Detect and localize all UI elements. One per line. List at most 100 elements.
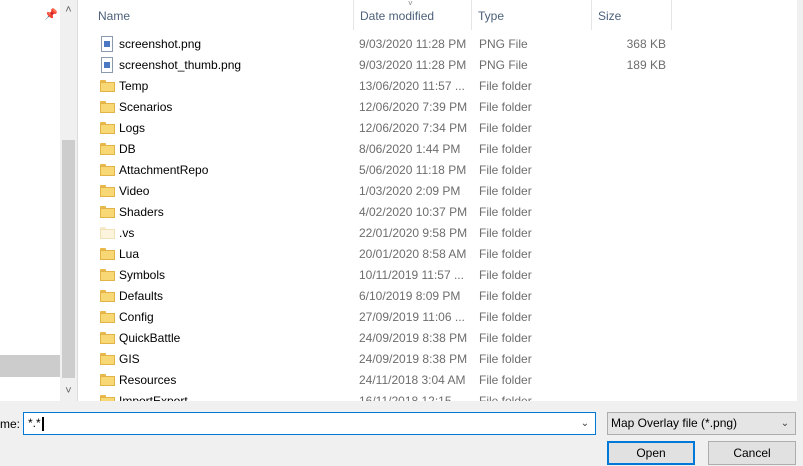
hidden-folder-icon <box>100 227 115 239</box>
file-date-modified: 16/11/2018 12:15 ... <box>359 394 465 401</box>
file-type: File folder <box>479 310 532 324</box>
folder-icon <box>100 122 115 134</box>
nav-selected-item[interactable] <box>0 355 60 377</box>
table-row[interactable]: Logs 12/06/2020 7:34 PM File folder <box>78 118 803 139</box>
file-name: Resources <box>119 373 177 387</box>
filename-label: me: <box>0 417 21 431</box>
file-size: 368 KB <box>626 37 666 51</box>
file-name: Logs <box>119 121 146 135</box>
file-type: File folder <box>479 289 532 303</box>
file-date-modified: 22/01/2020 9:58 PM <box>359 226 468 240</box>
file-type: File folder <box>479 121 532 135</box>
table-row[interactable]: Resources 24/11/2018 3:04 AM File folder <box>78 370 803 391</box>
file-type: File folder <box>479 205 532 219</box>
file-size <box>598 286 666 307</box>
column-header-name-label: Name <box>98 9 131 23</box>
file-name: Temp <box>119 79 149 93</box>
column-header-name[interactable]: Name <box>92 0 354 30</box>
folder-icon <box>100 164 115 176</box>
folder-icon <box>100 374 115 386</box>
table-row[interactable]: screenshot.png 9/03/2020 11:28 PM PNG File… <box>78 34 803 55</box>
file-type-select[interactable]: Map Overlay file (*.png) ⌄ <box>607 412 796 435</box>
file-list-scrollbar[interactable] <box>797 0 803 401</box>
text-cursor <box>41 416 44 431</box>
table-row[interactable]: Scenarios 12/06/2020 7:39 PM File folder <box>78 97 803 118</box>
folder-icon <box>100 185 115 197</box>
column-header-row: Name Date modified ˅ Type Size <box>78 0 803 33</box>
file-date-modified: 5/06/2020 11:18 PM <box>359 163 467 177</box>
folder-icon <box>100 143 115 155</box>
file-date-modified: 13/06/2020 11:57 ... <box>359 79 465 93</box>
file-name: Symbols <box>119 268 166 282</box>
column-header-type[interactable]: Type <box>472 0 592 30</box>
folder-icon <box>100 248 115 260</box>
file-type: PNG File <box>479 58 528 72</box>
chevron-up-icon[interactable]: ˄ <box>60 2 77 19</box>
file-date-modified: 8/06/2020 1:44 PM <box>359 142 461 156</box>
folder-body <box>100 124 115 134</box>
folder-body <box>100 355 115 365</box>
folder-icon <box>100 101 115 113</box>
file-type: File folder <box>479 100 532 114</box>
folder-body <box>100 187 115 197</box>
chevron-down-icon[interactable]: ˅ <box>60 383 77 400</box>
file-name: Shaders <box>119 205 164 219</box>
file-type: File folder <box>479 163 532 177</box>
table-row[interactable]: DB 8/06/2020 1:44 PM File folder <box>78 139 803 160</box>
table-row[interactable]: .vs 22/01/2020 9:58 PM File folder <box>78 223 803 244</box>
file-type: File folder <box>479 247 532 261</box>
folder-icon <box>100 311 115 323</box>
table-row[interactable]: screenshot_thumb.png 9/03/2020 11:28 PM PN… <box>78 55 803 76</box>
folder-body <box>100 145 115 155</box>
folder-body <box>100 271 115 281</box>
pin-icon[interactable]: 📌 <box>44 8 58 22</box>
table-row[interactable]: AttachmentRepo 5/06/2020 11:18 PM File fol… <box>78 160 803 181</box>
file-date-modified: 20/01/2020 8:58 AM <box>359 247 467 261</box>
file-name: Lua <box>119 247 140 261</box>
file-date-modified: 24/09/2019 8:38 PM <box>359 352 468 366</box>
folder-body <box>100 376 115 386</box>
table-row[interactable]: ImportExport 16/11/2018 12:15 ... File fol… <box>78 391 803 401</box>
nav-scroll-thumb[interactable] <box>62 140 75 378</box>
file-size <box>598 181 666 202</box>
folder-body <box>100 397 115 401</box>
folder-body <box>100 313 115 323</box>
table-row[interactable]: Video 1/03/2020 2:09 PM File folder <box>78 181 803 202</box>
chevron-down-icon[interactable]: ⌄ <box>578 413 592 434</box>
column-header-type-label: Type <box>478 9 505 23</box>
file-size <box>598 244 666 265</box>
folder-icon <box>100 206 115 218</box>
column-header-size-label: Size <box>598 9 622 23</box>
table-row[interactable]: Symbols 10/11/2019 11:57 ... File folder <box>78 265 803 286</box>
table-row[interactable]: Shaders 4/02/2020 10:37 PM File folder <box>78 202 803 223</box>
open-button[interactable]: Open <box>607 441 695 465</box>
file-size <box>598 223 666 244</box>
table-row[interactable]: Config 27/09/2019 11:06 ... File folder <box>78 307 803 328</box>
file-type: File folder <box>479 394 532 401</box>
file-date-modified: 24/11/2018 3:04 AM <box>359 373 466 387</box>
file-size <box>598 97 666 118</box>
table-row[interactable]: GIS 24/09/2019 8:38 PM File folder <box>78 349 803 370</box>
folder-body <box>100 103 115 113</box>
table-row[interactable]: Lua 20/01/2020 8:58 AM File folder <box>78 244 803 265</box>
navigation-pane: 📌 ˄ ˅ <box>0 0 78 401</box>
table-row[interactable]: Defaults 6/10/2019 8:09 PM File folder <box>78 286 803 307</box>
file-type: File folder <box>479 226 532 240</box>
file-type: File folder <box>479 352 532 366</box>
folder-icon <box>100 395 115 401</box>
cancel-button[interactable]: Cancel <box>708 441 796 465</box>
file-size <box>598 118 666 139</box>
table-row[interactable]: QuickBattle 24/09/2019 8:38 PM File folder <box>78 328 803 349</box>
chevron-down-icon[interactable]: ⌄ <box>779 413 791 434</box>
folder-icon <box>100 332 115 344</box>
nav-scrollbar[interactable]: ˄ ˅ <box>60 0 77 401</box>
file-dialog: 📌 ˄ ˅ Name Date modified ˅ Type Size scr… <box>0 0 803 466</box>
filename-input[interactable]: *.* ⌄ <box>23 412 596 435</box>
table-row[interactable]: Temp 13/06/2020 11:57 ... File folder <box>78 76 803 97</box>
file-size <box>598 160 666 181</box>
column-header-size[interactable]: Size <box>592 0 672 30</box>
file-size: 189 KB <box>626 58 666 72</box>
column-header-date[interactable]: Date modified <box>354 0 472 30</box>
folder-body <box>100 334 115 344</box>
file-date-modified: 12/06/2020 7:34 PM <box>359 121 468 135</box>
